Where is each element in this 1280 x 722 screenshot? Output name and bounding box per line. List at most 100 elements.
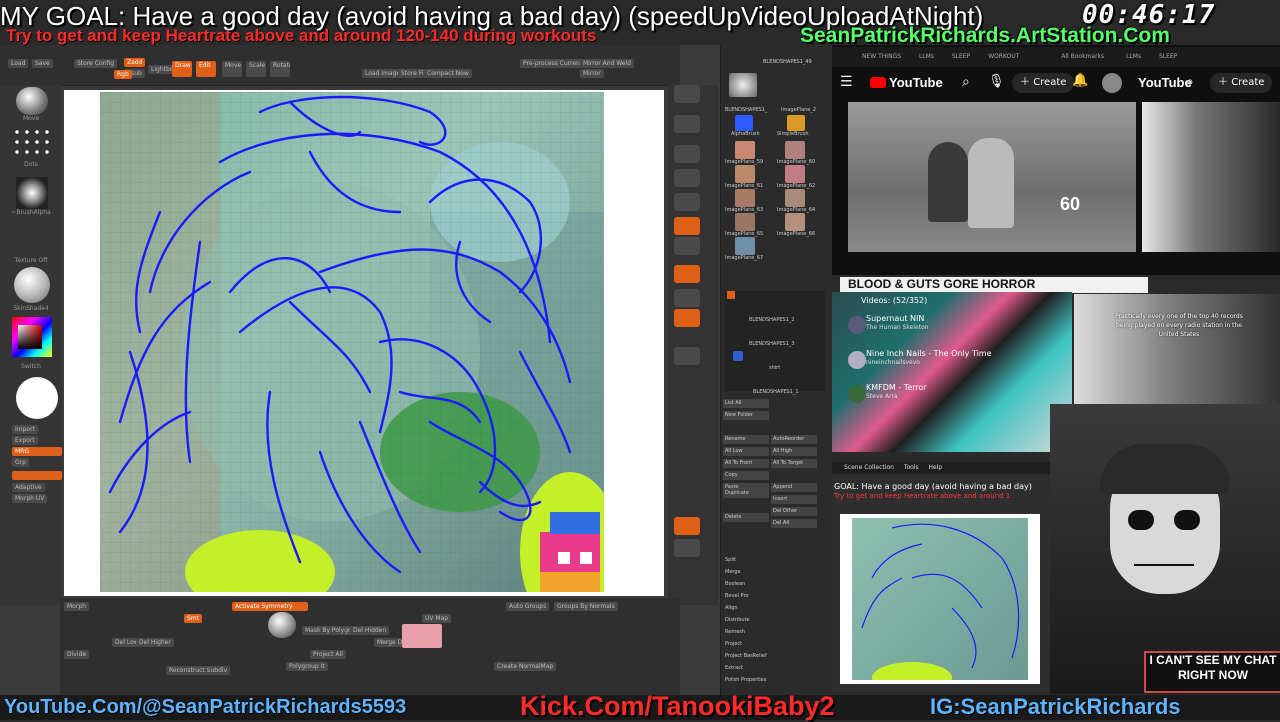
all-low-button[interactable]: All Low (723, 447, 769, 456)
imageplane-thumb[interactable] (735, 165, 755, 183)
create-button-2[interactable]: ＋ Create (1210, 73, 1273, 93)
spix-icon[interactable] (674, 115, 700, 133)
imageplane-thumb[interactable] (735, 189, 755, 207)
actual-icon[interactable] (674, 193, 700, 211)
bpr-icon[interactable] (674, 85, 700, 103)
frame-icon[interactable] (674, 347, 700, 365)
texture-thumbnail[interactable] (402, 624, 442, 648)
subtool-item[interactable]: BLENDSHAPES1_3 (749, 341, 795, 347)
smt-button[interactable]: Smt (184, 614, 203, 623)
sphere-icon[interactable] (268, 612, 296, 638)
microphone-icon[interactable]: 🎙 (988, 74, 1005, 89)
distribute-menu[interactable]: Distribute (725, 617, 750, 623)
floor-icon[interactable] (674, 237, 700, 255)
imageplane-thumb[interactable] (785, 141, 805, 159)
append-button[interactable]: Append (771, 483, 817, 492)
adaptive-button[interactable]: Adaptive (12, 483, 45, 492)
autoreorder-button[interactable]: AutoReorder (771, 435, 817, 444)
alphabrush-icon[interactable] (735, 115, 753, 131)
reconstruct-subdiv-button[interactable]: Reconstruct Subdiv (166, 666, 231, 675)
split-menu[interactable]: Split (725, 557, 736, 563)
video-player-secondary[interactable] (1142, 102, 1280, 252)
align-menu[interactable]: Align (725, 605, 738, 611)
playlist-item[interactable]: Supernaut NIN The Human Skeleton (848, 314, 1066, 344)
divide-button[interactable]: Divide (64, 650, 90, 659)
delete-button[interactable]: Delete (723, 513, 769, 522)
store-config-button[interactable]: Store Config (74, 59, 118, 68)
bookmark-item[interactable]: SLEEP (952, 53, 970, 60)
move-brush-icon[interactable] (16, 87, 48, 115)
video-player-main[interactable]: 60 (848, 102, 1136, 252)
material-icon[interactable] (14, 267, 50, 303)
del-hidden-button[interactable]: Del Hidden (350, 626, 390, 635)
playlist-item[interactable]: Nine Inch Nails - The Only Time nineinch… (848, 349, 1066, 379)
subtool-item[interactable]: BLENDSHAPES1_1 (753, 389, 799, 395)
boolean-menu[interactable]: Boolean (725, 581, 745, 587)
youtube-logo-icon[interactable] (870, 77, 886, 88)
del-other-button[interactable]: Del Other (771, 507, 817, 516)
polyf-icon[interactable] (674, 517, 700, 535)
del-all-button[interactable]: Del All (771, 519, 817, 528)
compact-now-button[interactable]: Compact Now (424, 69, 472, 78)
save-button[interactable]: Save (32, 59, 53, 68)
menu-item[interactable]: Tools (904, 464, 919, 471)
imageplane-thumb[interactable] (735, 237, 755, 255)
copy-button[interactable]: Copy (723, 471, 769, 480)
mirror-and-weld-button[interactable]: Mirror And Weld (580, 59, 634, 68)
notifications-bell-icon[interactable]: 🔔 (1072, 73, 1088, 88)
imageplane-thumb[interactable] (785, 213, 805, 231)
search-icon[interactable]: ⌕ (962, 74, 970, 90)
extract-menu[interactable]: Extract (725, 665, 743, 671)
color-swatch[interactable] (18, 325, 42, 349)
zoom-icon[interactable] (674, 169, 700, 187)
all-to-target-button[interactable]: All To Target (771, 459, 817, 468)
imageplane-thumb[interactable] (785, 189, 805, 207)
menu-item[interactable]: Help (929, 464, 943, 471)
dots-stroke-icon[interactable] (12, 127, 52, 157)
rename-button[interactable]: Rename (723, 435, 769, 444)
preprocess-current-button[interactable]: Pre-process Current (520, 59, 586, 68)
groups-by-normals-button[interactable]: Groups By Normals (554, 602, 618, 611)
bookmark-item[interactable]: LLMs (919, 53, 934, 60)
import-button[interactable]: Import (12, 425, 38, 434)
local-icon[interactable] (674, 265, 700, 283)
bookmark-item[interactable]: NEW THINGS (862, 53, 901, 60)
project-menu[interactable]: Project (725, 641, 742, 647)
scroll-icon[interactable] (674, 145, 700, 163)
all-to-front-button[interactable]: All To Front (723, 459, 769, 468)
uv-map-button[interactable]: UV Map (422, 614, 452, 623)
youtube-logo-text[interactable]: YouTube (889, 75, 943, 90)
search-icon-2[interactable]: ⌕ (1186, 74, 1194, 90)
insert-button[interactable]: Insert (771, 495, 817, 504)
bevel-pro-menu[interactable]: Bevel Pro (725, 593, 748, 599)
all-high-button[interactable]: All High (771, 447, 817, 456)
rotate-button[interactable]: Rotate (270, 61, 290, 77)
grp-button[interactable]: Grp (12, 458, 29, 467)
load-image-button[interactable]: Load Image (362, 69, 404, 78)
load-button[interactable]: Load (8, 59, 29, 68)
xyz-icon[interactable] (674, 289, 700, 307)
alpha-icon[interactable] (16, 177, 48, 209)
rgb-button[interactable]: Rgb (114, 70, 132, 79)
zadd-button[interactable]: Zadd (124, 58, 146, 67)
activate-symmetry-button[interactable]: Activate Symmetry (232, 602, 308, 611)
polygroup-it-button[interactable]: Polygroup It (286, 662, 328, 671)
draw-button[interactable]: Draw (172, 61, 192, 77)
mrg-button[interactable]: MRG (12, 447, 62, 456)
subtool-visibility-icon[interactable] (727, 291, 735, 299)
del-higher-button[interactable]: Del Higher (136, 638, 174, 647)
create-button[interactable]: ＋ Create (1012, 73, 1075, 93)
mirror-button[interactable]: Mirror (580, 69, 604, 78)
menu-item[interactable]: Scene Collection (844, 464, 894, 471)
video-player-caption[interactable]: Practically every one of the top 40 reco… (1074, 294, 1280, 404)
imageplane-thumb[interactable] (735, 141, 755, 159)
avatar[interactable] (1102, 73, 1122, 93)
new-folder-button[interactable]: New Folder (723, 411, 769, 420)
export-button[interactable]: Export (12, 436, 38, 445)
playlist-item[interactable]: KMFDM - Terror Steve Arra (848, 383, 1066, 413)
youtube-logo-text-2[interactable]: YouTube (1138, 75, 1192, 90)
project-basrelief-menu[interactable]: Project BasRelief (725, 653, 767, 659)
project-all-button[interactable]: Project All (310, 650, 346, 659)
bookmark-item[interactable]: LLMs (1126, 53, 1141, 60)
auto-groups-button[interactable]: Auto Groups (506, 602, 550, 611)
